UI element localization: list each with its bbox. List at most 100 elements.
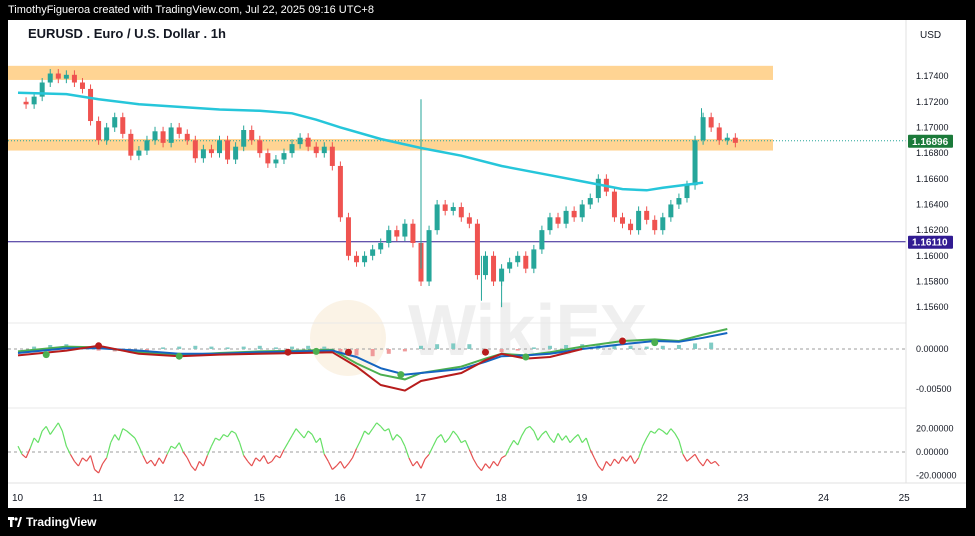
candle-body [225,140,231,160]
cross-marker [481,348,489,356]
oscillator-segment [45,426,51,435]
tradingview-brand[interactable]: TradingView [26,515,96,529]
macd-histogram-bar [209,346,214,349]
candle-body [644,210,650,220]
oscillator-segment [223,433,228,438]
oscillator-segment [569,437,575,444]
time-tick-label: 16 [334,493,346,504]
candle-body [466,217,472,224]
oscillator-segment [106,442,112,458]
candle-body [491,255,497,282]
time-tick-label: 18 [496,493,508,504]
oscillator-segment [581,437,587,444]
macd-histogram-bar [693,343,698,349]
candle-body [152,131,158,141]
oscillator-segment [210,437,217,447]
macd-histogram-bar [386,349,391,354]
oscillator-segment [231,430,236,434]
candle-body [692,140,698,186]
oscillator-segment [89,455,96,470]
macd-histogram-bar [531,347,536,349]
oscillator-segment [561,435,567,441]
oscillator-segment [82,457,87,462]
oscillator-segment [355,440,362,449]
oscillator-segment [533,430,539,441]
price-badge-label: 1.16110 [912,238,948,249]
oscillator-segment [243,455,249,462]
oscillator-segment [339,461,345,469]
oscillator-segment [49,428,55,435]
candle-body [595,178,601,199]
time-axis[interactable]: 10 11 12 15 16 17 18 19 22 23 24 25 [12,493,910,504]
oscillator-segment [525,425,531,430]
macd-tick-label: 0.00000 [916,344,949,354]
candle-body [684,185,690,199]
macd-histogram-bar [644,346,649,349]
time-tick-label: 17 [415,493,427,504]
oscillator-segment [275,454,281,459]
candle-body [676,198,682,205]
oscillator-segment [77,457,84,467]
price-tick-label: 1.17200 [916,97,949,107]
price-badge-label: 1.16896 [912,137,949,148]
chart-svg[interactable]: WikiFX 1.174001.172001.170001.168001.166… [8,20,966,508]
oscillator-segment [134,437,140,447]
oscillator-segment [299,432,305,439]
oscillator-segment [557,433,563,441]
chart-area[interactable]: WikiFX 1.17400 1.17200 1.17000 1.16800 1.166… [8,20,966,508]
oscillator-segment [295,428,301,434]
bottom-bar: TradingView [0,508,975,536]
oscillator-segment [61,430,67,447]
candle-body [426,230,432,282]
candle-body [386,230,392,243]
oscillator-segment [428,445,434,455]
currency-label[interactable]: USD [920,30,941,41]
oscillator-segment [98,463,104,474]
macd-histogram-bar [257,345,262,349]
oscillator-segment [384,428,390,432]
candle-body [482,255,488,276]
candle-body [458,207,464,218]
oscillator-segment [710,460,716,465]
cross-marker [522,353,530,361]
oscillator-segment [501,454,506,459]
oscillator-segment [452,430,458,437]
cross-marker [312,347,320,355]
oscillator-segment [521,428,527,436]
oscillator-segment [327,461,333,470]
price-pane[interactable]: 1.17400 1.17200 1.17000 1.16800 1.16600 1.164… [8,65,953,312]
oscillator-segment [53,422,59,430]
oscillator-segment [577,434,583,443]
price-tick-label: 1.17400 [916,71,949,81]
oscillator-segment [215,437,220,441]
oscillator-segment [472,458,478,467]
candle-body [571,210,577,218]
candle-body [88,88,94,122]
macd-histogram-bar [402,349,407,352]
oscillator-segment [303,430,309,439]
oscillator-segment [573,434,579,439]
macd-histogram-bar [628,345,633,349]
macd-histogram-bar [241,346,246,349]
cross-marker [42,351,50,359]
oscillator-segment [436,434,442,439]
price-tick-label: 1.17000 [916,122,949,132]
macd-histogram-bar [547,345,552,349]
oscillator-segment [626,455,632,462]
osc-pane[interactable]: 20.00000 0.00000 -20.00000 [8,422,957,481]
time-tick-label: 24 [818,493,830,504]
oscillator-segment [617,456,624,464]
oscillator-segment [376,422,382,427]
candle-body [402,223,408,237]
oscillator-segment [25,448,31,459]
macd-histogram-bar [193,345,198,349]
attribution-text: TimothyFigueroa created with TradingView… [8,4,374,16]
candle-body [587,198,593,205]
macd-histogram-bar [660,345,665,349]
oscillator-segment [239,442,245,456]
oscillator-segment [21,453,27,459]
candle-body [128,133,134,156]
candle-body [611,191,617,218]
candle-body [168,127,174,143]
tradingview-logo-icon[interactable] [8,515,22,529]
